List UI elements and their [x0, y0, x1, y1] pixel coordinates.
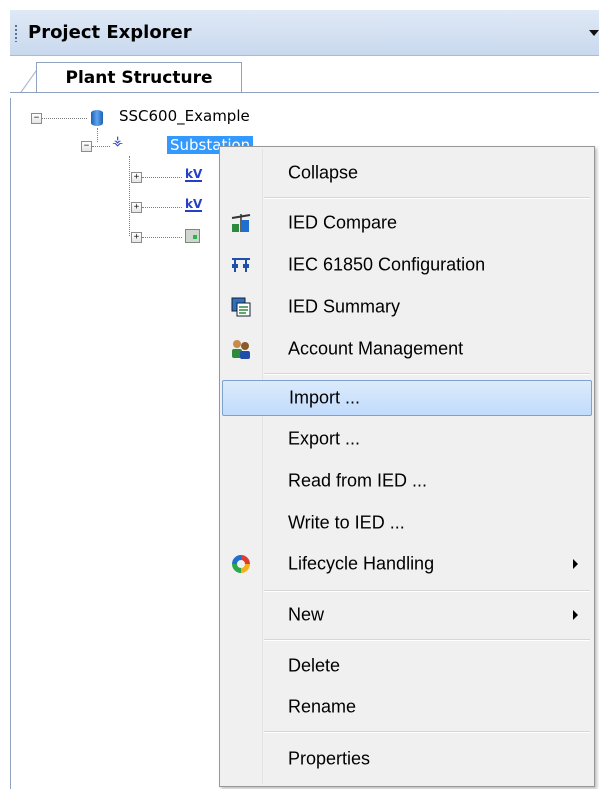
menu-label: Export ...: [288, 428, 361, 449]
menu-item-iec61850-configuration[interactable]: IEC 61850 Configuration: [222, 247, 592, 283]
menu-item-export[interactable]: Export ...: [222, 421, 592, 457]
account-management-icon: [230, 338, 252, 360]
menu-item-account-management[interactable]: Account Management: [222, 331, 592, 367]
tree-connector: [42, 118, 87, 119]
iec61850-config-icon: [230, 254, 252, 276]
substation-icon: ⚶: [112, 134, 124, 149]
tree-connector: [97, 128, 98, 142]
menu-separator: [264, 197, 590, 199]
ied-device-icon: [185, 229, 200, 243]
menu-label: Account Management: [288, 338, 464, 359]
tree-connector: [129, 156, 130, 236]
menu-item-ied-compare[interactable]: IED Compare: [222, 205, 592, 241]
menu-label: Import ...: [289, 387, 361, 408]
submenu-arrow-icon: [573, 559, 578, 569]
tree-connector: [142, 207, 182, 208]
menu-label: Write to IED ...: [288, 512, 405, 533]
menu-item-properties[interactable]: Properties: [222, 741, 592, 777]
menu-separator: [264, 590, 590, 592]
menu-label: Rename: [288, 696, 357, 717]
project-explorer-titlebar: Project Explorer: [10, 10, 599, 56]
menu-label: Read from IED ...: [288, 470, 428, 491]
ied-compare-icon: [230, 212, 252, 234]
collapse-substation-icon[interactable]: −: [81, 141, 92, 152]
menu-label: New: [288, 604, 325, 625]
chevron-down-icon[interactable]: [589, 30, 599, 36]
menu-label: Collapse: [288, 162, 359, 183]
menu-item-collapse[interactable]: Collapse: [222, 155, 592, 191]
menu-separator: [264, 373, 590, 375]
menu-item-write-to-ied[interactable]: Write to IED ...: [222, 505, 592, 541]
menu-label: Lifecycle Handling: [288, 553, 435, 574]
tab-divider: [10, 92, 599, 93]
submenu-arrow-icon: [573, 610, 578, 620]
menu-label: IEC 61850 Configuration: [288, 254, 486, 275]
panel-title: Project Explorer: [28, 22, 192, 43]
menu-item-ied-summary[interactable]: IED Summary: [222, 289, 592, 325]
tree-connector: [92, 146, 110, 147]
ied-summary-icon: [230, 296, 252, 318]
lifecycle-icon: [230, 553, 252, 575]
menu-item-read-from-ied[interactable]: Read from IED ...: [222, 463, 592, 499]
voltage-level-icon: kV: [185, 197, 203, 212]
menu-item-delete[interactable]: Delete: [222, 648, 592, 684]
menu-label: IED Summary: [288, 296, 401, 317]
menu-separator: [264, 731, 590, 733]
voltage-level-icon: kV: [185, 167, 203, 182]
menu-item-rename[interactable]: Rename: [222, 689, 592, 725]
tree-connector: [142, 237, 182, 238]
menu-label: Properties: [288, 748, 371, 769]
database-icon: [91, 110, 103, 126]
tab-plant-structure[interactable]: Plant Structure: [36, 62, 242, 92]
tree-connector: [142, 177, 182, 178]
drag-grip-icon[interactable]: [14, 24, 18, 42]
context-menu: Collapse IED Compare IEC 61850 Configura…: [219, 146, 595, 787]
menu-label: Delete: [288, 655, 341, 676]
tree-node-root[interactable]: SSC600_Example: [119, 107, 250, 125]
menu-label: IED Compare: [288, 212, 398, 233]
collapse-root-icon[interactable]: −: [31, 113, 42, 124]
tab-strip: Plant Structure: [10, 56, 599, 98]
menu-item-import[interactable]: Import ...: [222, 380, 592, 416]
menu-item-lifecycle-handling[interactable]: Lifecycle Handling: [222, 546, 592, 582]
menu-separator: [264, 639, 590, 641]
expand-node-icon[interactable]: +: [131, 202, 142, 213]
menu-item-new[interactable]: New: [222, 597, 592, 633]
expand-node-icon[interactable]: +: [131, 232, 142, 243]
expand-node-icon[interactable]: +: [131, 172, 142, 183]
